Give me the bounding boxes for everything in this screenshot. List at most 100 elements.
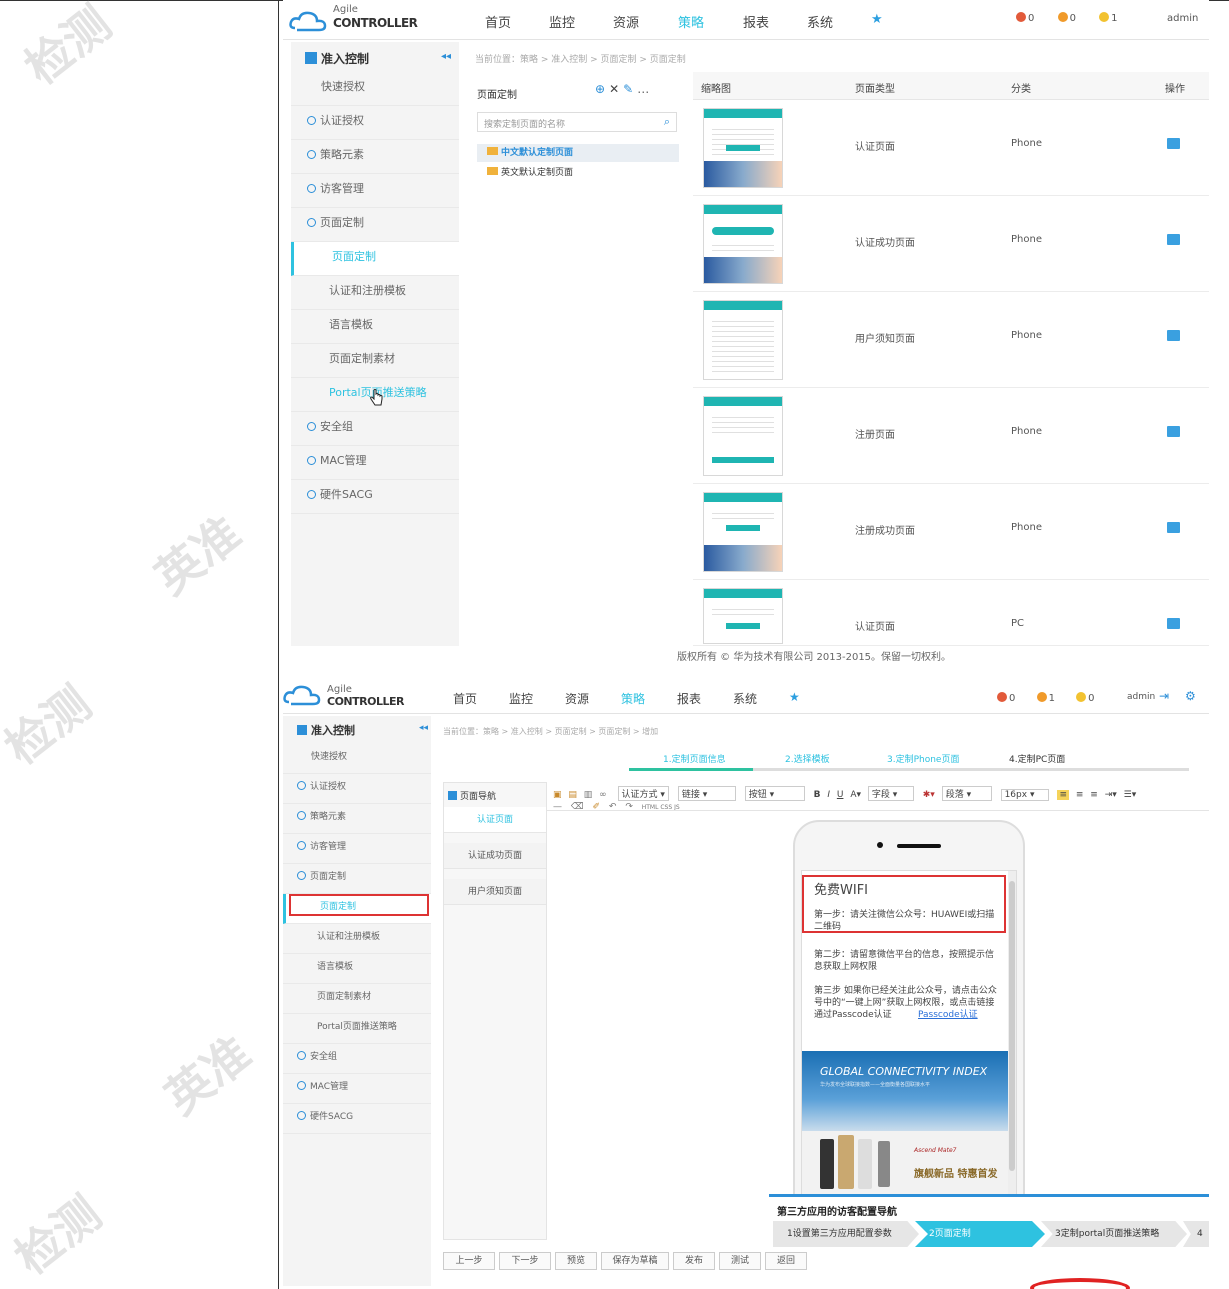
favorites-star-icon[interactable]: ★ [789,690,800,704]
prev-button[interactable]: 上一步 [443,1252,495,1270]
menu-home[interactable]: 首页 [453,690,477,707]
search-icon[interactable]: ⌕ [664,115,670,129]
align-left-icon[interactable]: ≡ [1057,790,1069,800]
button-select[interactable]: 按钮 ▾ [744,786,805,801]
user-menu[interactable]: admin [1167,13,1198,24]
thumbnail-image[interactable] [703,588,783,644]
field-select[interactable]: 字段 ▾ [867,786,914,801]
sidebar-item-page-custom-group[interactable]: 页面定制 [291,208,459,242]
logout-icon[interactable]: ⇥ [1159,689,1169,703]
tree-item-zh-default[interactable]: 中文默认定制页面 [477,144,679,162]
sidebar-item-materials[interactable]: 页面定制素材 [283,984,431,1014]
media-icon[interactable]: ▤ [568,790,577,800]
image-icon[interactable]: ▣ [553,790,562,800]
list-icon[interactable]: ☰▾ [1124,790,1137,800]
sidebar-item-page-custom-group[interactable]: 页面定制 [283,864,431,894]
table-row[interactable]: 认证成功页面 Phone [693,196,1209,292]
critical-alert[interactable]: 0 [1016,12,1034,24]
sidebar-item-policy-elements[interactable]: 策略元素 [283,804,431,834]
align-center-icon[interactable]: ≡ [1076,790,1084,800]
menu-monitor[interactable]: 监控 [509,690,533,707]
more-icon[interactable]: … [637,82,653,96]
menu-resource[interactable]: 资源 [613,12,639,31]
file-icon[interactable]: ▥ [584,790,593,800]
sidebar-item-language[interactable]: 语言模板 [283,954,431,984]
auth-method-select[interactable]: 认证方式 ▾ [617,786,669,801]
major-alert[interactable]: 0 [1057,12,1076,24]
link-icon[interactable]: ∞ [599,790,607,800]
sidebar-item-auth[interactable]: 认证授权 [291,106,459,140]
phone-preview-screen[interactable]: 免费WIFI 第一步：请关注微信公众号：HUAWEI或扫描二维码 第二步：请留意… [801,870,1017,1220]
bold-icon[interactable]: B [814,790,821,800]
sidebar-item-security-group[interactable]: 安全组 [283,1044,431,1074]
major-alert[interactable]: 1 [1036,692,1055,704]
sidebar-item-sacg[interactable]: 硬件SACG [283,1104,431,1134]
edit-page-icon[interactable] [1167,522,1180,533]
table-row[interactable]: 注册成功页面 Phone [693,484,1209,580]
menu-system[interactable]: 系统 [733,690,757,707]
align-right-icon[interactable]: ≡ [1090,790,1098,800]
table-row[interactable]: 认证页面 PC [693,580,1209,646]
table-row[interactable]: 注册页面 Phone [693,388,1209,484]
sidebar-item-quick-auth[interactable]: 快速授权 [283,744,431,774]
indent-icon[interactable]: ⇥▾ [1105,790,1117,800]
page-nav-auth[interactable]: 认证页面 [444,807,546,833]
sidebar-item-auth[interactable]: 认证授权 [283,774,431,804]
menu-report[interactable]: 报表 [677,690,701,707]
font-color-icon[interactable]: A▾ [850,790,861,800]
sidebar-item-templates[interactable]: 认证和注册模板 [291,276,459,310]
highlight-icon[interactable]: ✱▾ [923,790,935,800]
sidebar-item-guest[interactable]: 访客管理 [291,174,459,208]
thumbnail-image[interactable] [703,204,783,284]
add-icon[interactable]: ⊕ [595,82,609,96]
edit-page-icon[interactable] [1167,426,1180,437]
sidebar-item-mac[interactable]: MAC管理 [283,1074,431,1104]
menu-home[interactable]: 首页 [485,12,511,31]
menu-system[interactable]: 系统 [807,12,833,31]
preview-button[interactable]: 预览 [555,1252,597,1270]
search-input[interactable]: 搜索定制页面的名称 ⌕ [477,112,677,132]
collapse-icon[interactable]: ◂◂ [419,723,428,733]
edit-pencil-icon[interactable]: ✎ [623,82,637,96]
sidebar-item-templates[interactable]: 认证和注册模板 [283,924,431,954]
collapse-icon[interactable]: ◂◂ [441,51,451,62]
menu-policy[interactable]: 策略 [621,690,645,707]
font-size-select[interactable]: 16px ▾ [1000,789,1049,801]
thumbnail-image[interactable] [703,108,783,188]
sidebar-item-sacg[interactable]: 硬件SACG [291,480,459,514]
back-button[interactable]: 返回 [765,1252,807,1270]
menu-policy[interactable]: 策略 [678,12,704,31]
test-button[interactable]: 测试 [719,1252,761,1270]
publish-button[interactable]: 发布 [673,1252,715,1270]
edit-page-icon[interactable] [1167,138,1180,149]
next-button[interactable]: 下一步 [499,1252,551,1270]
sidebar-item-guest[interactable]: 访客管理 [283,834,431,864]
thumbnail-image[interactable] [703,300,783,380]
edit-page-icon[interactable] [1167,618,1180,629]
edit-page-icon[interactable] [1167,330,1180,341]
passcode-link[interactable]: Passcode认证 [918,1009,978,1021]
wizard-step-2[interactable]: 2页面定制 [915,1221,1045,1247]
sidebar-item-security-group[interactable]: 安全组 [291,412,459,446]
table-row[interactable]: 认证页面 Phone [693,100,1209,196]
menu-resource[interactable]: 资源 [565,690,589,707]
sidebar-item-page-custom[interactable]: 页面定制 [291,242,459,276]
link-select[interactable]: 链接 ▾ [677,786,736,801]
minor-alert[interactable]: 1 [1099,12,1118,24]
sidebar-item-mac[interactable]: MAC管理 [291,446,459,480]
thumbnail-image[interactable] [703,396,783,476]
tree-item-en-default[interactable]: 英文默认定制页面 [477,164,573,182]
menu-report[interactable]: 报表 [743,12,769,31]
italic-icon[interactable]: I [827,790,830,800]
table-row[interactable]: 用户须知页面 Phone [693,292,1209,388]
thumbnail-image[interactable] [703,492,783,572]
scroll-thumb[interactable] [1009,881,1015,1171]
step2-text[interactable]: 第二步：请留意微信平台的信息，按照提示信息获取上网权限 [814,949,1000,973]
delete-icon[interactable]: ✕ [609,82,623,96]
page-nav-auth-success[interactable]: 认证成功页面 [444,843,546,869]
wizard-step-1[interactable]: 1设置第三方应用配置参数 [773,1221,919,1247]
user-menu[interactable]: admin [1127,692,1155,702]
wizard-step-3[interactable]: 3定制portal页面推送策略 [1041,1221,1187,1247]
sidebar-item-policy-elements[interactable]: 策略元素 [291,140,459,174]
minor-alert[interactable]: 0 [1076,692,1095,704]
